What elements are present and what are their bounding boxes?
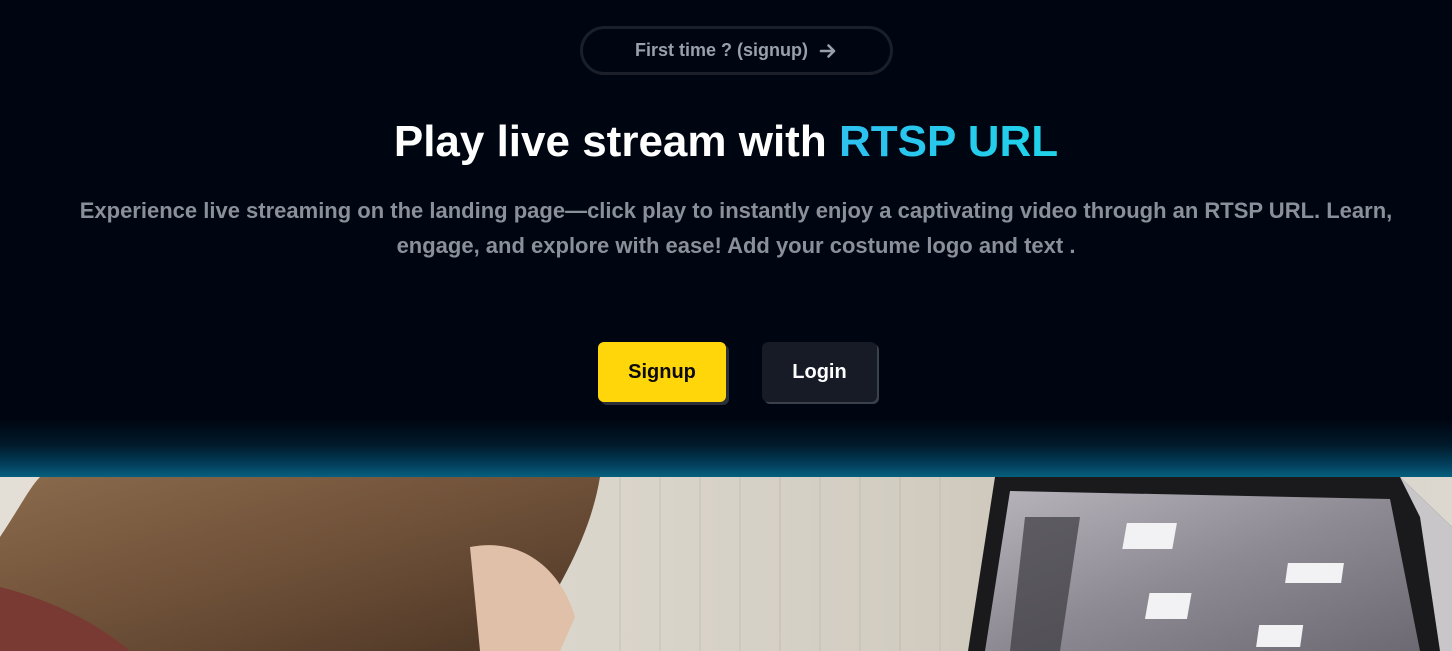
hero-section: First time ? (signup) Play live stream w…: [0, 0, 1452, 477]
first-time-signup-label: First time ? (signup): [635, 40, 808, 60]
landing-page: First time ? (signup) Play live stream w…: [0, 0, 1452, 651]
video-preview-image[interactable]: [0, 477, 1452, 651]
hero-description: Experience live streaming on the landing…: [79, 198, 1393, 258]
login-button[interactable]: Login: [762, 342, 877, 402]
page-title-accent: RTSP URL: [838, 117, 1059, 166]
first-time-signup-link[interactable]: First time ? (signup): [580, 26, 893, 75]
page-title-main: Play live stream with: [393, 117, 839, 166]
video-preview-illustration: [0, 477, 1452, 651]
signup-button[interactable]: Signup: [598, 342, 726, 402]
page-title: Play live stream with RTSP URL: [0, 114, 1452, 170]
arrow-right-icon: [818, 41, 838, 61]
